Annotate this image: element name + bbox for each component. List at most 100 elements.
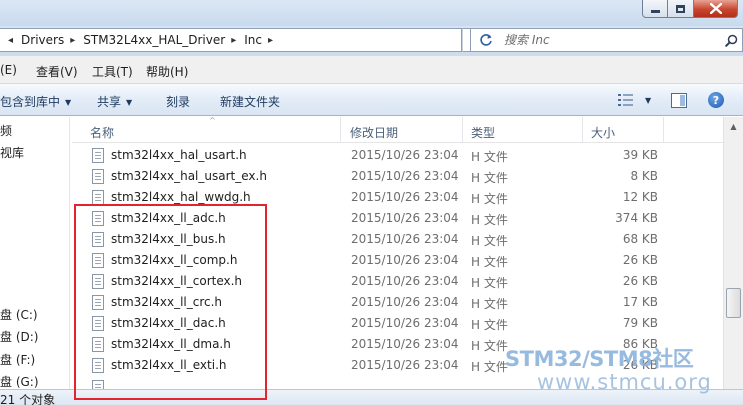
file-size: 12 KB bbox=[622, 190, 658, 204]
file-row[interactable]: stm32l4xx_ll_dac.h 2015/10/26 23:04 H 文件… bbox=[87, 313, 677, 334]
search-button[interactable] bbox=[720, 30, 742, 50]
file-name: stm32l4xx_ll_exti.h bbox=[111, 358, 227, 372]
breadcrumb-overflow-chevron[interactable]: ◂ bbox=[2, 35, 21, 46]
column-divider[interactable] bbox=[340, 117, 341, 143]
search-icon bbox=[724, 34, 737, 47]
file-name: stm32l4xx_ll_adc.h bbox=[111, 211, 226, 225]
file-name: stm32l4xx_ll_bus.h bbox=[111, 232, 226, 246]
title-bar bbox=[0, 0, 743, 26]
file-modified: 2015/10/26 23:04 bbox=[351, 190, 459, 204]
header-file-icon bbox=[92, 190, 104, 205]
file-modified: 2015/10/26 23:04 bbox=[351, 316, 459, 330]
share-button[interactable]: 共享 ▼ bbox=[97, 93, 132, 110]
minimize-button[interactable] bbox=[642, 0, 668, 18]
search-input[interactable] bbox=[504, 30, 720, 50]
breadcrumb-inc[interactable]: Inc bbox=[244, 33, 262, 47]
nav-item-drive-c[interactable]: 盘 (C:) bbox=[0, 306, 38, 323]
file-row-partial[interactable] bbox=[87, 378, 287, 389]
nav-item-videos[interactable]: 频 bbox=[0, 122, 12, 139]
file-name: stm32l4xx_hal_wwdg.h bbox=[111, 190, 251, 204]
scroll-thumb[interactable] bbox=[726, 288, 741, 318]
file-type: H 文件 bbox=[471, 192, 508, 206]
sort-ascending-icon: ^ bbox=[209, 116, 216, 125]
address-bar[interactable]: ◂ Drivers ▸ STM32L4xx_HAL_Driver ▸ Inc ▸ bbox=[0, 28, 462, 52]
header-file-icon bbox=[92, 211, 104, 226]
nav-item-drive-f[interactable]: 盘 (F:) bbox=[0, 351, 35, 368]
preview-pane-button[interactable] bbox=[671, 92, 687, 108]
file-size: 17 KB bbox=[622, 295, 658, 309]
burn-button[interactable]: 刻录 bbox=[166, 93, 190, 110]
nav-item-drive-d[interactable]: 盘 (D:) bbox=[0, 328, 38, 345]
column-header-name[interactable]: 名称 bbox=[90, 124, 114, 141]
search-box bbox=[470, 28, 743, 52]
header-file-icon bbox=[92, 358, 104, 373]
file-row[interactable]: stm32l4xx_ll_bus.h 2015/10/26 23:04 H 文件… bbox=[87, 229, 677, 250]
maximize-icon bbox=[676, 4, 685, 13]
file-row[interactable]: stm32l4xx_hal_wwdg.h 2015/10/26 23:04 H … bbox=[87, 187, 677, 208]
menu-help[interactable]: 帮助(H) bbox=[146, 63, 188, 80]
breadcrumb-chevron-icon[interactable]: ▸ bbox=[225, 35, 244, 46]
help-icon: ? bbox=[708, 92, 724, 108]
file-size: 8 KB bbox=[630, 169, 658, 183]
file-row[interactable]: stm32l4xx_hal_usart.h 2015/10/26 23:04 H… bbox=[87, 145, 677, 166]
header-file-icon bbox=[92, 295, 104, 310]
file-row[interactable]: stm32l4xx_ll_comp.h 2015/10/26 23:04 H 文… bbox=[87, 250, 677, 271]
menu-tools[interactable]: 工具(T) bbox=[92, 63, 133, 80]
header-file-icon bbox=[92, 169, 104, 184]
breadcrumb-stm32l4xx-hal-driver[interactable]: STM32L4xx_HAL_Driver bbox=[83, 33, 225, 47]
file-size: 68 KB bbox=[622, 232, 658, 246]
file-row[interactable]: stm32l4xx_ll_crc.h 2015/10/26 23:04 H 文件… bbox=[87, 292, 677, 313]
header-file-icon bbox=[92, 274, 104, 289]
maximize-button[interactable] bbox=[668, 0, 694, 18]
refresh-icon[interactable] bbox=[478, 32, 494, 48]
header-file-icon bbox=[92, 148, 104, 163]
nav-item-video-library[interactable]: 视库 bbox=[0, 144, 24, 161]
file-size: 374 KB bbox=[615, 211, 658, 225]
file-size: 26 KB bbox=[622, 274, 658, 288]
view-options-button[interactable] bbox=[617, 92, 635, 108]
file-row[interactable]: stm32l4xx_ll_adc.h 2015/10/26 23:04 H 文件… bbox=[87, 208, 677, 229]
watermark-url: www.stmcu.org bbox=[537, 370, 712, 394]
include-in-library-button[interactable]: 包含到库中 ▼ bbox=[0, 93, 71, 110]
menu-bar: (E) 查看(V) 工具(T) 帮助(H) bbox=[0, 56, 743, 84]
breadcrumb-drivers[interactable]: Drivers bbox=[21, 33, 64, 47]
column-divider[interactable] bbox=[663, 117, 664, 143]
file-modified: 2015/10/26 23:04 bbox=[351, 295, 459, 309]
new-folder-button[interactable]: 新建文件夹 bbox=[220, 93, 280, 110]
command-bar: 包含到库中 ▼ 共享 ▼ 刻录 新建文件夹 ▼ ? bbox=[0, 84, 743, 116]
file-modified: 2015/10/26 23:04 bbox=[351, 337, 459, 351]
column-header-size[interactable]: 大小 bbox=[591, 124, 615, 141]
file-name: stm32l4xx_ll_dma.h bbox=[111, 337, 231, 351]
file-type: H 文件 bbox=[471, 255, 508, 269]
address-row: ◂ Drivers ▸ STM32L4xx_HAL_Driver ▸ Inc ▸… bbox=[0, 26, 743, 56]
watermark: STM32/STM8社区 www.stmcu.org bbox=[505, 343, 743, 399]
help-button[interactable]: ? bbox=[708, 92, 724, 108]
header-file-icon bbox=[92, 337, 104, 352]
header-file-icon bbox=[92, 232, 104, 247]
column-header-modified[interactable]: 修改日期 bbox=[350, 124, 398, 141]
file-row[interactable]: stm32l4xx_ll_cortex.h 2015/10/26 23:04 H… bbox=[87, 271, 677, 292]
file-modified: 2015/10/26 23:04 bbox=[351, 232, 459, 246]
close-button[interactable] bbox=[694, 0, 738, 18]
file-name: stm32l4xx_ll_crc.h bbox=[111, 295, 223, 309]
menu-view[interactable]: 查看(V) bbox=[36, 63, 78, 80]
file-modified: 2015/10/26 23:04 bbox=[351, 274, 459, 288]
breadcrumb-chevron-icon[interactable]: ▸ bbox=[64, 35, 83, 46]
header-file-icon bbox=[92, 380, 104, 389]
header-file-icon bbox=[92, 316, 104, 331]
header-file-icon bbox=[92, 253, 104, 268]
file-size: 39 KB bbox=[622, 148, 658, 162]
column-divider[interactable] bbox=[462, 117, 463, 143]
file-modified: 2015/10/26 23:04 bbox=[351, 358, 459, 372]
column-header-type[interactable]: 类型 bbox=[471, 124, 495, 141]
scroll-up-icon[interactable]: ▲ bbox=[726, 118, 741, 134]
column-divider[interactable] bbox=[582, 117, 583, 143]
menu-edit[interactable]: (E) bbox=[0, 63, 17, 77]
file-name: stm32l4xx_ll_comp.h bbox=[111, 253, 238, 267]
nav-item-drive-g[interactable]: 盘 (G:) bbox=[0, 373, 39, 389]
file-type: H 文件 bbox=[471, 276, 508, 290]
include-in-library-label: 包含到库中 bbox=[0, 95, 61, 109]
file-row[interactable]: stm32l4xx_hal_usart_ex.h 2015/10/26 23:0… bbox=[87, 166, 677, 187]
view-options-dropdown[interactable]: ▼ bbox=[640, 93, 651, 107]
breadcrumb-chevron-icon[interactable]: ▸ bbox=[262, 35, 281, 46]
